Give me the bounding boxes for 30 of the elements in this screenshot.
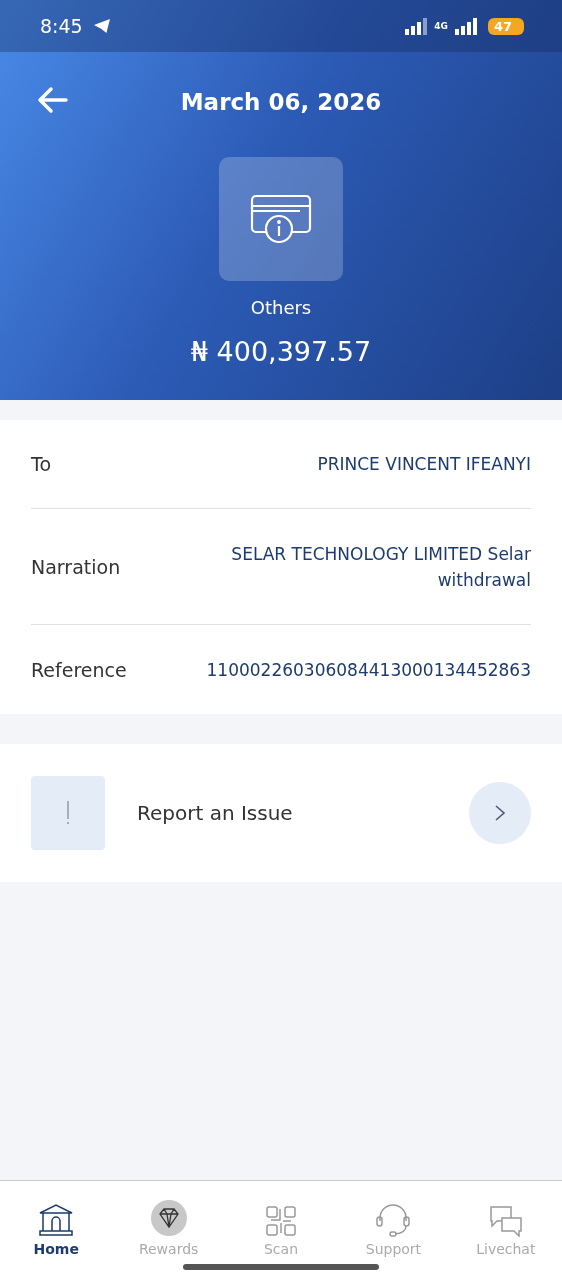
detail-label: Narration [31, 555, 121, 578]
headset-icon [375, 1203, 412, 1237]
report-card[interactable]: Report an Issue [0, 744, 562, 882]
status-time: 8:45 [40, 15, 83, 37]
nav-tab[interactable]: Support [337, 1193, 450, 1257]
page-title: March 06, 2026 [180, 89, 382, 115]
signal-icon [404, 17, 429, 35]
report-label: Report an Issue [137, 801, 294, 825]
alert-icon [31, 776, 105, 850]
back-arrow-icon [36, 86, 68, 114]
chat-bubbles-icon [488, 1205, 523, 1237]
battery-indicator: 47 [487, 17, 524, 35]
detail-value: 110002260306084413000134452863 [206, 658, 531, 682]
nav-tab[interactable]: Home [0, 1193, 113, 1257]
bank-icon [38, 1203, 75, 1237]
card-info-icon [250, 193, 312, 245]
nav-tab[interactable]: Scan [224, 1193, 338, 1257]
chevron-right-icon [494, 804, 506, 822]
amount: ₦ 400,397.57 [190, 336, 372, 367]
paper-plane-icon [92, 18, 111, 34]
detail-label: To [31, 453, 51, 475]
nav-tab[interactable]: Rewards [112, 1193, 225, 1257]
category-label: Others [250, 297, 312, 318]
network-label: 4G [434, 21, 448, 31]
qr-code-icon [265, 1205, 297, 1237]
nav-tab[interactable]: Livechat [449, 1193, 562, 1257]
detail-label: Reference [31, 658, 127, 681]
detail-value: SELAR TECHNOLOGY LIMITED Selar withdrawal [230, 542, 531, 592]
signal-icon [453, 17, 478, 35]
detail-value: PRINCE VINCENT IFEANYI [317, 453, 531, 476]
